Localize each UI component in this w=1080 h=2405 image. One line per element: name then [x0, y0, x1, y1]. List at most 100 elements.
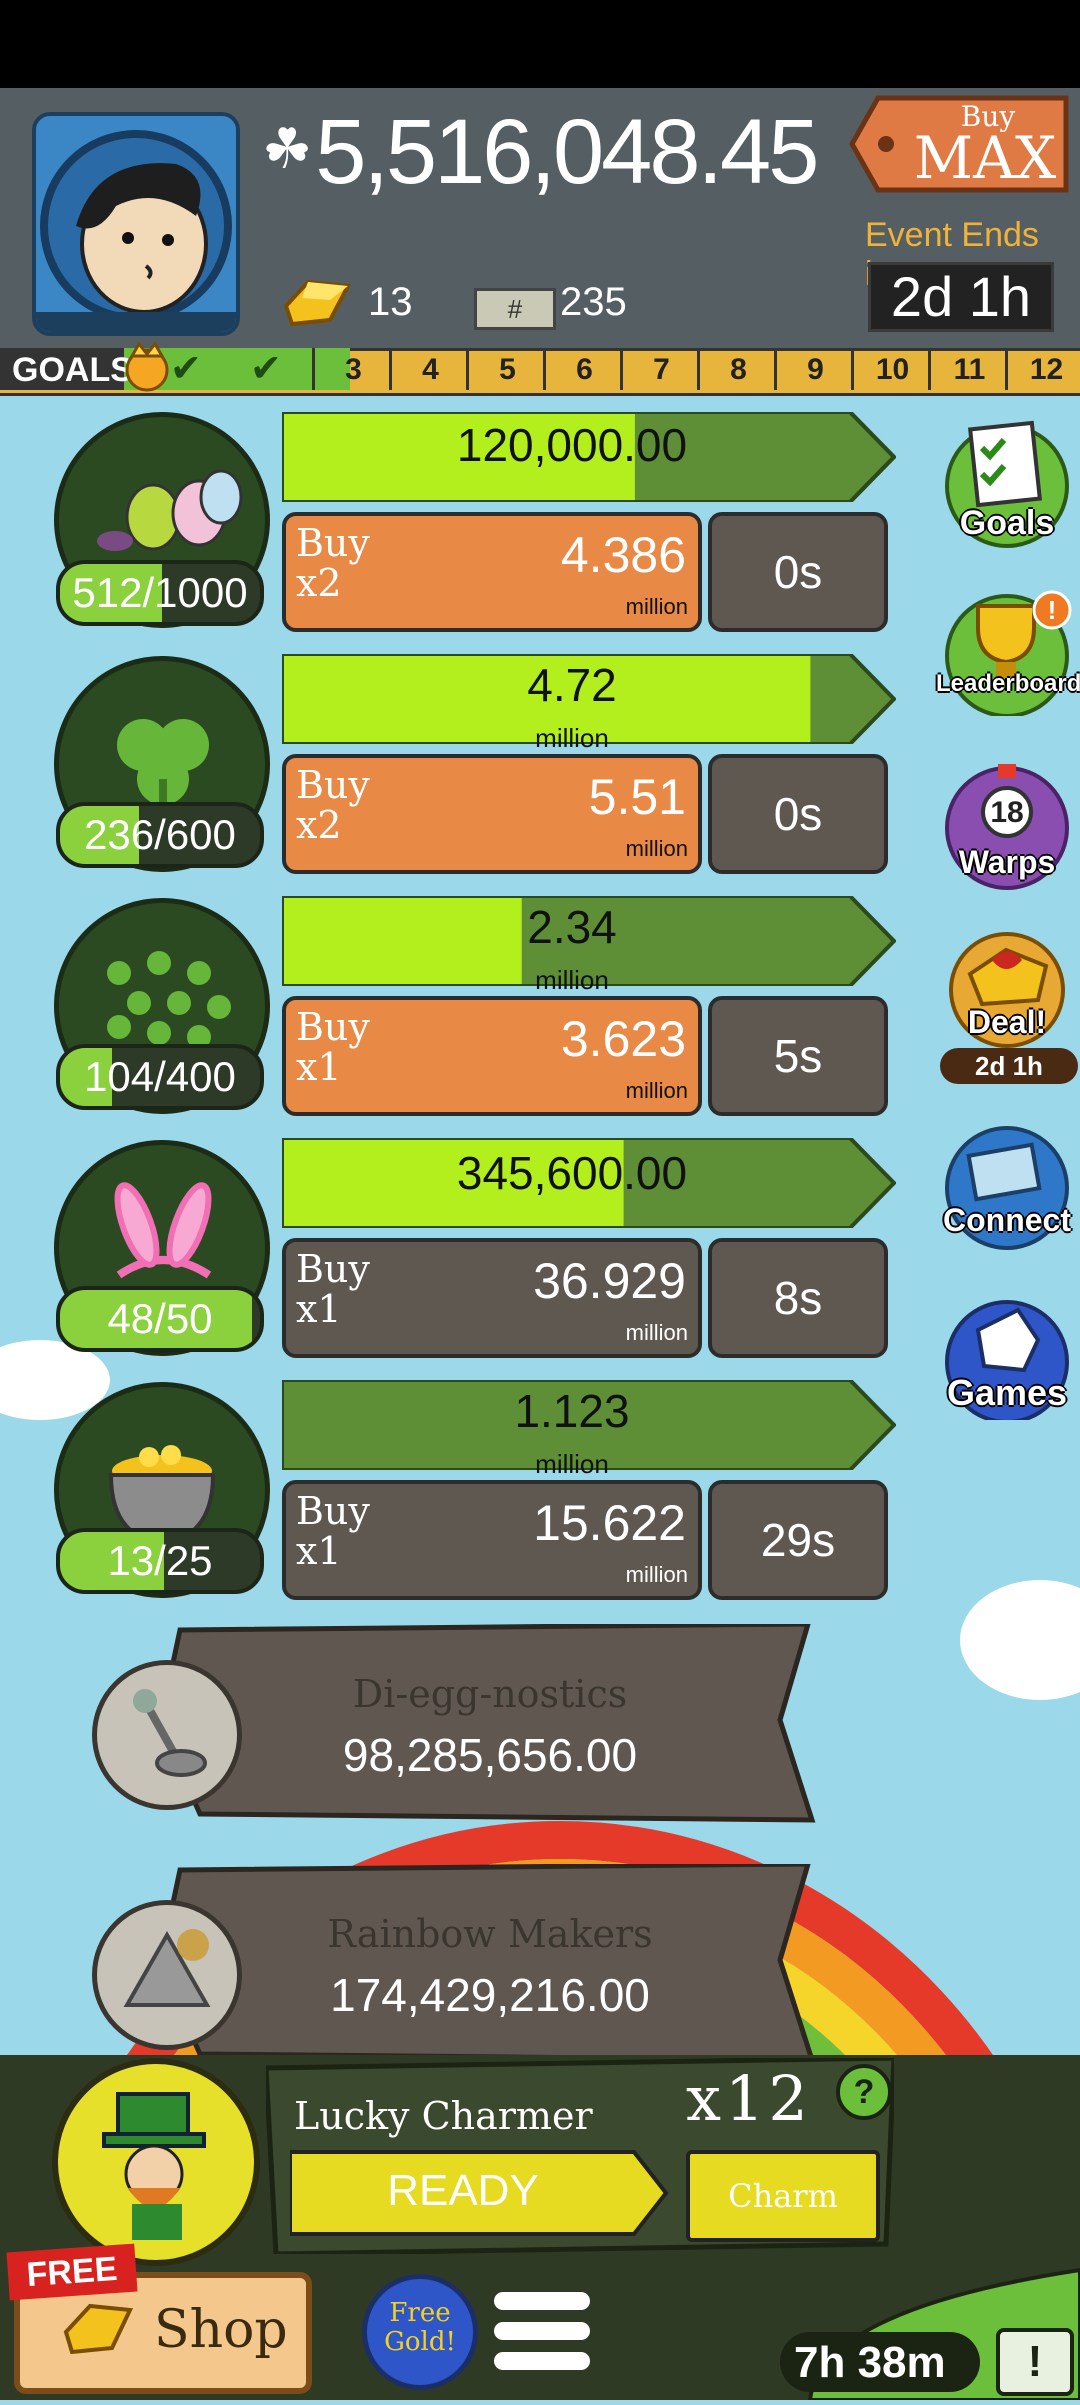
- buy-multiplier: x1: [296, 1044, 342, 1089]
- profit-unit: million: [535, 965, 609, 995]
- buy-price-unit: million: [625, 594, 688, 619]
- buy-multiplier: x2: [296, 802, 342, 847]
- gold-bar-icon: [278, 276, 354, 330]
- games-side-label: Games: [946, 1372, 1068, 1413]
- buy-multiplier: x2: [296, 560, 342, 605]
- goal-number: 3: [312, 348, 392, 390]
- deal-side-label: Deal!: [967, 1004, 1047, 1040]
- deal-timer: 2d 1h: [940, 1048, 1078, 1084]
- goal-number: 4: [389, 348, 469, 390]
- warps-count: 18: [990, 796, 1024, 829]
- buy-button[interactable]: Buy x1 36.929 million: [282, 1238, 702, 1358]
- free-gold-button[interactable]: Free Gold!: [362, 2274, 478, 2390]
- cash-count: 235: [560, 280, 627, 324]
- timer-button[interactable]: 29s: [708, 1480, 888, 1600]
- leaderboard-side-button[interactable]: ! Leaderboard: [936, 586, 1080, 718]
- manager-value: 98,285,656.00: [342, 1729, 638, 1781]
- warps-side-label: Warps: [958, 844, 1056, 880]
- goal-check-icon: ✔: [170, 348, 202, 390]
- games-side-button[interactable]: Games: [942, 1290, 1072, 1424]
- timer-button[interactable]: 5s: [708, 996, 888, 1116]
- ready-button[interactable]: READY: [288, 2148, 670, 2238]
- row-count: 48/50: [56, 1286, 264, 1352]
- event-time: 2d 1h: [868, 262, 1054, 332]
- clover-icon: ☘: [262, 116, 312, 180]
- buy-button[interactable]: Buy x2 5.51 million: [282, 754, 702, 874]
- profit-unit: million: [535, 1449, 609, 1479]
- profit-unit: million: [535, 723, 609, 753]
- charmer-multiplier: x12: [686, 2062, 812, 2135]
- goal-number: 6: [543, 348, 623, 390]
- menu-icon[interactable]: [494, 2290, 590, 2372]
- buy-price: 15.622: [533, 1495, 686, 1551]
- goal-number: 5: [466, 348, 546, 390]
- svg-text:!: !: [1048, 595, 1057, 625]
- buy-price: 36.929: [533, 1253, 686, 1309]
- tv-alert-icon: !: [996, 2328, 1074, 2396]
- deal-side-button[interactable]: Deal!: [942, 930, 1072, 1060]
- row-count: 512/1000: [56, 560, 264, 626]
- goal-number: 12: [1005, 348, 1080, 390]
- timer-button[interactable]: 8s: [708, 1238, 888, 1358]
- manager-value: 174,429,216.00: [330, 1969, 650, 2021]
- manager-banner[interactable]: Rainbow Makers 174,429,216.00: [157, 1861, 820, 2063]
- profit-value: 4.72 million: [527, 659, 617, 753]
- metal-detector-icon: [92, 1660, 242, 1810]
- buy-button[interactable]: Buy x2 4.386 million: [282, 512, 702, 632]
- free-badge: FREE: [6, 2243, 138, 2301]
- leprechaun-icon[interactable]: [52, 2058, 260, 2266]
- goals-label: GOALS: [0, 348, 133, 390]
- reward-timer: 7h 38m: [794, 2338, 946, 2387]
- profit-progress-bar[interactable]: 1.123 million: [280, 1378, 897, 1477]
- goal-number: 11: [928, 348, 1008, 390]
- manager-banner[interactable]: Di-egg-nostics 98,285,656.00: [157, 1621, 820, 1823]
- goals-crown-icon: [124, 340, 170, 392]
- buy-price: 3.623: [560, 1011, 686, 1067]
- goal-check-icon: ✔: [250, 348, 282, 390]
- profit-progress-bar[interactable]: 2.34 million: [280, 894, 897, 993]
- cash-icon: #: [474, 288, 556, 330]
- goal-number: 9: [774, 348, 854, 390]
- profit-progress-bar[interactable]: 4.72 million: [280, 652, 897, 751]
- charm-button[interactable]: Charm: [686, 2150, 880, 2242]
- help-button[interactable]: ?: [836, 2064, 892, 2120]
- connect-side-label: Connect: [943, 1202, 1071, 1238]
- buy-label: Buy: [296, 763, 370, 807]
- buy-label: Buy: [296, 1005, 370, 1049]
- buy-button[interactable]: Buy x1 3.623 million: [282, 996, 702, 1116]
- warps-side-button[interactable]: 18 Warps: [942, 760, 1072, 890]
- buy-label: Buy: [296, 1247, 370, 1291]
- profit-value: 1.123 million: [514, 1385, 630, 1479]
- free-gold-line1: Free: [389, 2298, 451, 2328]
- leaderboard-side-label: Leaderboard: [936, 670, 1080, 697]
- tv-reward-button[interactable]: 7h 38m !: [780, 2250, 1080, 2402]
- status-bar: [0, 0, 1080, 88]
- timer-button[interactable]: 0s: [708, 512, 888, 632]
- manager-title: Rainbow Makers: [327, 1912, 653, 1956]
- gold-bar-icon: [60, 2298, 136, 2358]
- charmer-title: Lucky Charmer: [294, 2094, 593, 2138]
- timer-button[interactable]: 0s: [708, 754, 888, 874]
- buy-max-label: MAX: [913, 124, 1057, 192]
- goals-side-button[interactable]: Goals: [942, 418, 1072, 548]
- buy-price-unit: million: [625, 1562, 688, 1587]
- buy-price: 4.386: [560, 527, 686, 583]
- player-avatar[interactable]: [32, 112, 240, 336]
- goal-number: 8: [697, 348, 777, 390]
- profit-progress-bar[interactable]: 120,000.00: [280, 410, 897, 504]
- connect-side-button[interactable]: Connect: [942, 1126, 1072, 1256]
- buy-price-unit: million: [625, 836, 688, 861]
- row-count: 236/600: [56, 802, 264, 868]
- row-count: 13/25: [56, 1528, 264, 1594]
- buy-button[interactable]: Buy x1 15.622 million: [282, 1480, 702, 1600]
- profit-progress-bar[interactable]: 345,600.00: [280, 1136, 897, 1230]
- buy-max-button[interactable]: Buy MAX: [848, 92, 1073, 196]
- gold-count: 13: [368, 280, 413, 324]
- buy-price-unit: million: [625, 1078, 688, 1103]
- buy-price-unit: million: [625, 1320, 688, 1345]
- money-value: 5,516,048.45: [315, 101, 819, 203]
- buy-price: 5.51: [588, 769, 686, 825]
- goal-number: 10: [851, 348, 931, 390]
- goal-number: 7: [620, 348, 700, 390]
- ready-label: READY: [387, 2166, 539, 2215]
